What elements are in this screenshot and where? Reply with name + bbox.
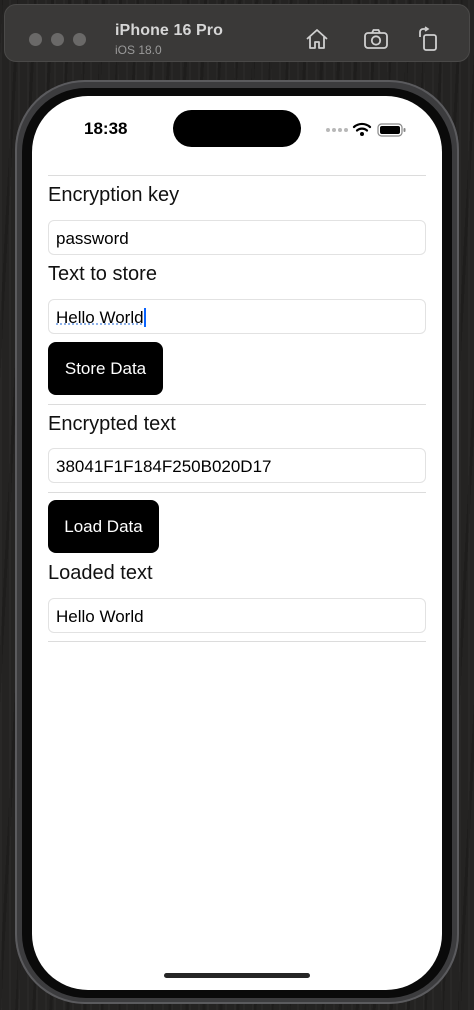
- phone-screen: 18:38 Encryption key password Text to st…: [32, 96, 442, 990]
- signal-dots-icon: [326, 128, 348, 132]
- divider: [48, 175, 426, 176]
- status-time: 18:38: [84, 119, 128, 138]
- text-caret: [143, 308, 146, 327]
- divider: [48, 492, 426, 493]
- store-data-button[interactable]: Store Data: [48, 342, 163, 395]
- window-zoom-button[interactable]: [73, 33, 86, 46]
- screenshot-icon[interactable]: [362, 25, 390, 53]
- wifi-icon: [352, 122, 372, 132]
- home-icon[interactable]: [303, 25, 331, 53]
- text-to-store-field[interactable]: Hello World: [48, 299, 426, 334]
- loaded-text-field[interactable]: Hello World: [48, 598, 426, 633]
- loaded-text-value: Hello World: [56, 607, 144, 626]
- dynamic-island: [173, 110, 301, 147]
- divider: [48, 404, 426, 405]
- window-minimize-button[interactable]: [51, 33, 64, 46]
- encryption-key-value: password: [56, 229, 129, 248]
- device-name: iPhone 16 Pro: [115, 22, 223, 39]
- load-data-button[interactable]: Load Data: [48, 500, 159, 553]
- encryption-key-label: Encryption key: [48, 184, 180, 206]
- text-to-store-label: Text to store: [48, 263, 157, 285]
- home-indicator[interactable]: [164, 973, 310, 978]
- divider: [48, 641, 426, 642]
- os-version: iOS 18.0: [115, 43, 162, 57]
- encrypted-text-field[interactable]: 38041F1F184F250B020D17: [48, 448, 426, 483]
- battery-icon: [377, 123, 406, 137]
- text-to-store-value: Hello World: [56, 308, 144, 327]
- encrypted-text-value: 38041F1F184F250B020D17: [56, 457, 272, 476]
- simulator-toolbar: iPhone 16 Pro iOS 18.0: [4, 4, 470, 62]
- loaded-text-label: Loaded text: [48, 562, 153, 584]
- encrypted-text-label: Encrypted text: [48, 413, 176, 435]
- status-icons: [326, 122, 406, 137]
- rotate-icon[interactable]: [415, 25, 443, 53]
- window-close-button[interactable]: [29, 33, 42, 46]
- encryption-key-field[interactable]: password: [48, 220, 426, 255]
